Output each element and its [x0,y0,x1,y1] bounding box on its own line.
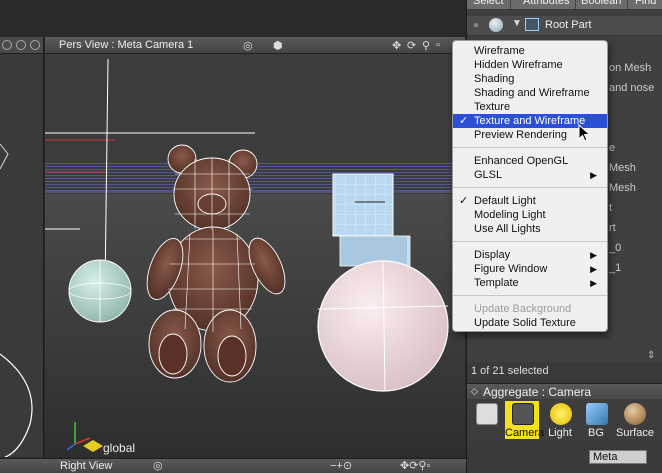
cube-icon[interactable]: ⬢ [273,39,283,52]
tab-select[interactable]: Select [467,0,511,9]
mouse-cursor-icon [578,124,591,142]
bg-button[interactable]: BG [579,401,613,439]
camera-button[interactable]: Camera [505,401,545,439]
navigation-icons[interactable]: ✥⟳⚲▫ [400,459,430,472]
menu-item-glsl[interactable]: GLSL ▶ [453,168,607,182]
menu-item-figure-window[interactable]: Figure Window ▶ [453,262,607,276]
menu-separator [453,241,607,242]
right-view-title[interactable]: Right View [60,460,112,472]
menu-item-shading[interactable]: Shading [453,72,607,86]
meta-select[interactable]: Meta [589,450,647,464]
expand-triangle-icon[interactable]: ▼ [512,18,522,29]
zoom-controls-icon[interactable]: −+⊙ [330,459,352,472]
move-icon[interactable]: ✥ [392,39,401,52]
tree-item-label[interactable]: and nose [609,82,654,94]
submenu-arrow-icon: ▶ [590,264,597,274]
selection-count: 1 of 21 selected [471,365,549,377]
light-label: Light [548,427,572,439]
tree-item-label[interactable]: _1 [609,262,621,274]
left-viewport-canvas [0,143,33,457]
menu-item-use-all-lights[interactable]: Use All Lights [453,222,607,236]
tree-item-label[interactable]: t [609,202,612,214]
menu-item-wireframe[interactable]: Wireframe [453,44,607,58]
submenu-arrow-icon: ▶ [590,278,597,288]
coordinate-space-label: global [103,441,136,455]
circle-icon[interactable] [16,40,26,50]
circle-icon[interactable] [30,40,40,50]
surface-label: Surface [616,427,654,439]
viewport-header: Pers View : Meta Camera 1 ◎ ⬢ ✥ ⟳ ⚲ ▫ [45,37,465,54]
target-icon[interactable]: ◎ [153,459,163,472]
zoom-icon[interactable]: ⚲ [422,39,430,52]
light-button[interactable]: Light [543,401,577,439]
eye-icon[interactable]: ● [473,20,479,31]
display-mode-menu: Wireframe Hidden Wireframe Shading Shadi… [452,40,608,332]
surface-button[interactable]: Surface [615,401,655,439]
collapse-icon[interactable]: ◇ [471,386,478,397]
aggregate-title: Aggregate : Camera [483,385,592,399]
aggregate-header: ◇ Aggregate : Camera [467,383,662,399]
menu-item-shading-and-wireframe[interactable]: Shading and Wireframe [453,86,607,100]
tree-item-label[interactable]: rt [609,222,616,234]
rotate-icon[interactable]: ⟳ [407,39,416,52]
submenu-arrow-icon: ▶ [590,170,597,180]
menu-separator [453,295,607,296]
resize-handle-icon[interactable]: ⇕ [647,350,655,361]
sphere-surface-icon [624,403,646,425]
menu-item-enhanced-opengl[interactable]: Enhanced OpenGL [453,154,607,168]
tree-item-label[interactable]: Mesh [609,182,636,194]
top-tab-bar: Select Attributes Boolean Find [467,0,662,9]
perspective-viewport[interactable]: Pers View : Meta Camera 1 ◎ ⬢ ✥ ⟳ ⚲ ▫ gl… [45,37,465,457]
menu-item-hidden-wireframe[interactable]: Hidden Wireframe [453,58,607,72]
tree-row-root[interactable]: ● ▼ Root Part [467,16,662,36]
right-view-header: Right View ◎ −+⊙ ✥⟳⚲▫ [0,458,466,473]
checkmark-icon: ✓ [459,195,469,207]
figure-icon [525,18,539,31]
left-viewport-header [0,37,43,54]
tab-find[interactable]: Find [629,0,662,9]
pointer-icon [476,403,498,425]
tree-item-label[interactable]: on Mesh [609,62,651,74]
camera-label: Camera [505,427,545,439]
menu-item-texture[interactable]: Texture [453,100,607,114]
left-viewport[interactable] [0,37,44,457]
menu-item-update-solid-texture[interactable]: Update Solid Texture [453,316,607,330]
checkmark-icon: ✓ [459,115,469,127]
background-icon [586,403,608,425]
target-icon[interactable]: ◎ [243,39,253,52]
tab-attributes[interactable]: Attributes [517,0,577,9]
submenu-arrow-icon: ▶ [590,250,597,260]
menu-item-update-background: Update Background [474,303,572,315]
camera-icon [512,403,534,425]
scene-canvas [45,54,465,457]
circle-icon[interactable] [2,40,12,50]
aggregate-toolbar: Camera Light BG Surface [467,399,662,441]
sun-icon [550,403,572,425]
pointer-button[interactable] [469,401,503,439]
menu-item-template[interactable]: Template ▶ [453,276,607,290]
tree-item-label[interactable]: e [609,142,615,154]
menu-item-default-light[interactable]: ✓ Default Light [453,194,607,208]
menu-separator [453,187,607,188]
root-part-label: Root Part [545,19,592,31]
frame-icon[interactable]: ▫ [436,39,440,51]
bg-label: BG [588,427,604,439]
tree-item-label[interactable]: Mesh [609,162,636,174]
viewport-title[interactable]: Pers View : Meta Camera 1 [59,39,193,51]
menu-separator [453,147,607,148]
sphere-icon [489,18,503,32]
menu-item-display[interactable]: Display ▶ [453,248,607,262]
tree-item-label[interactable]: _0 [609,242,621,254]
menu-item-modeling-light[interactable]: Modeling Light [453,208,607,222]
tab-boolean[interactable]: Boolean [575,0,629,9]
